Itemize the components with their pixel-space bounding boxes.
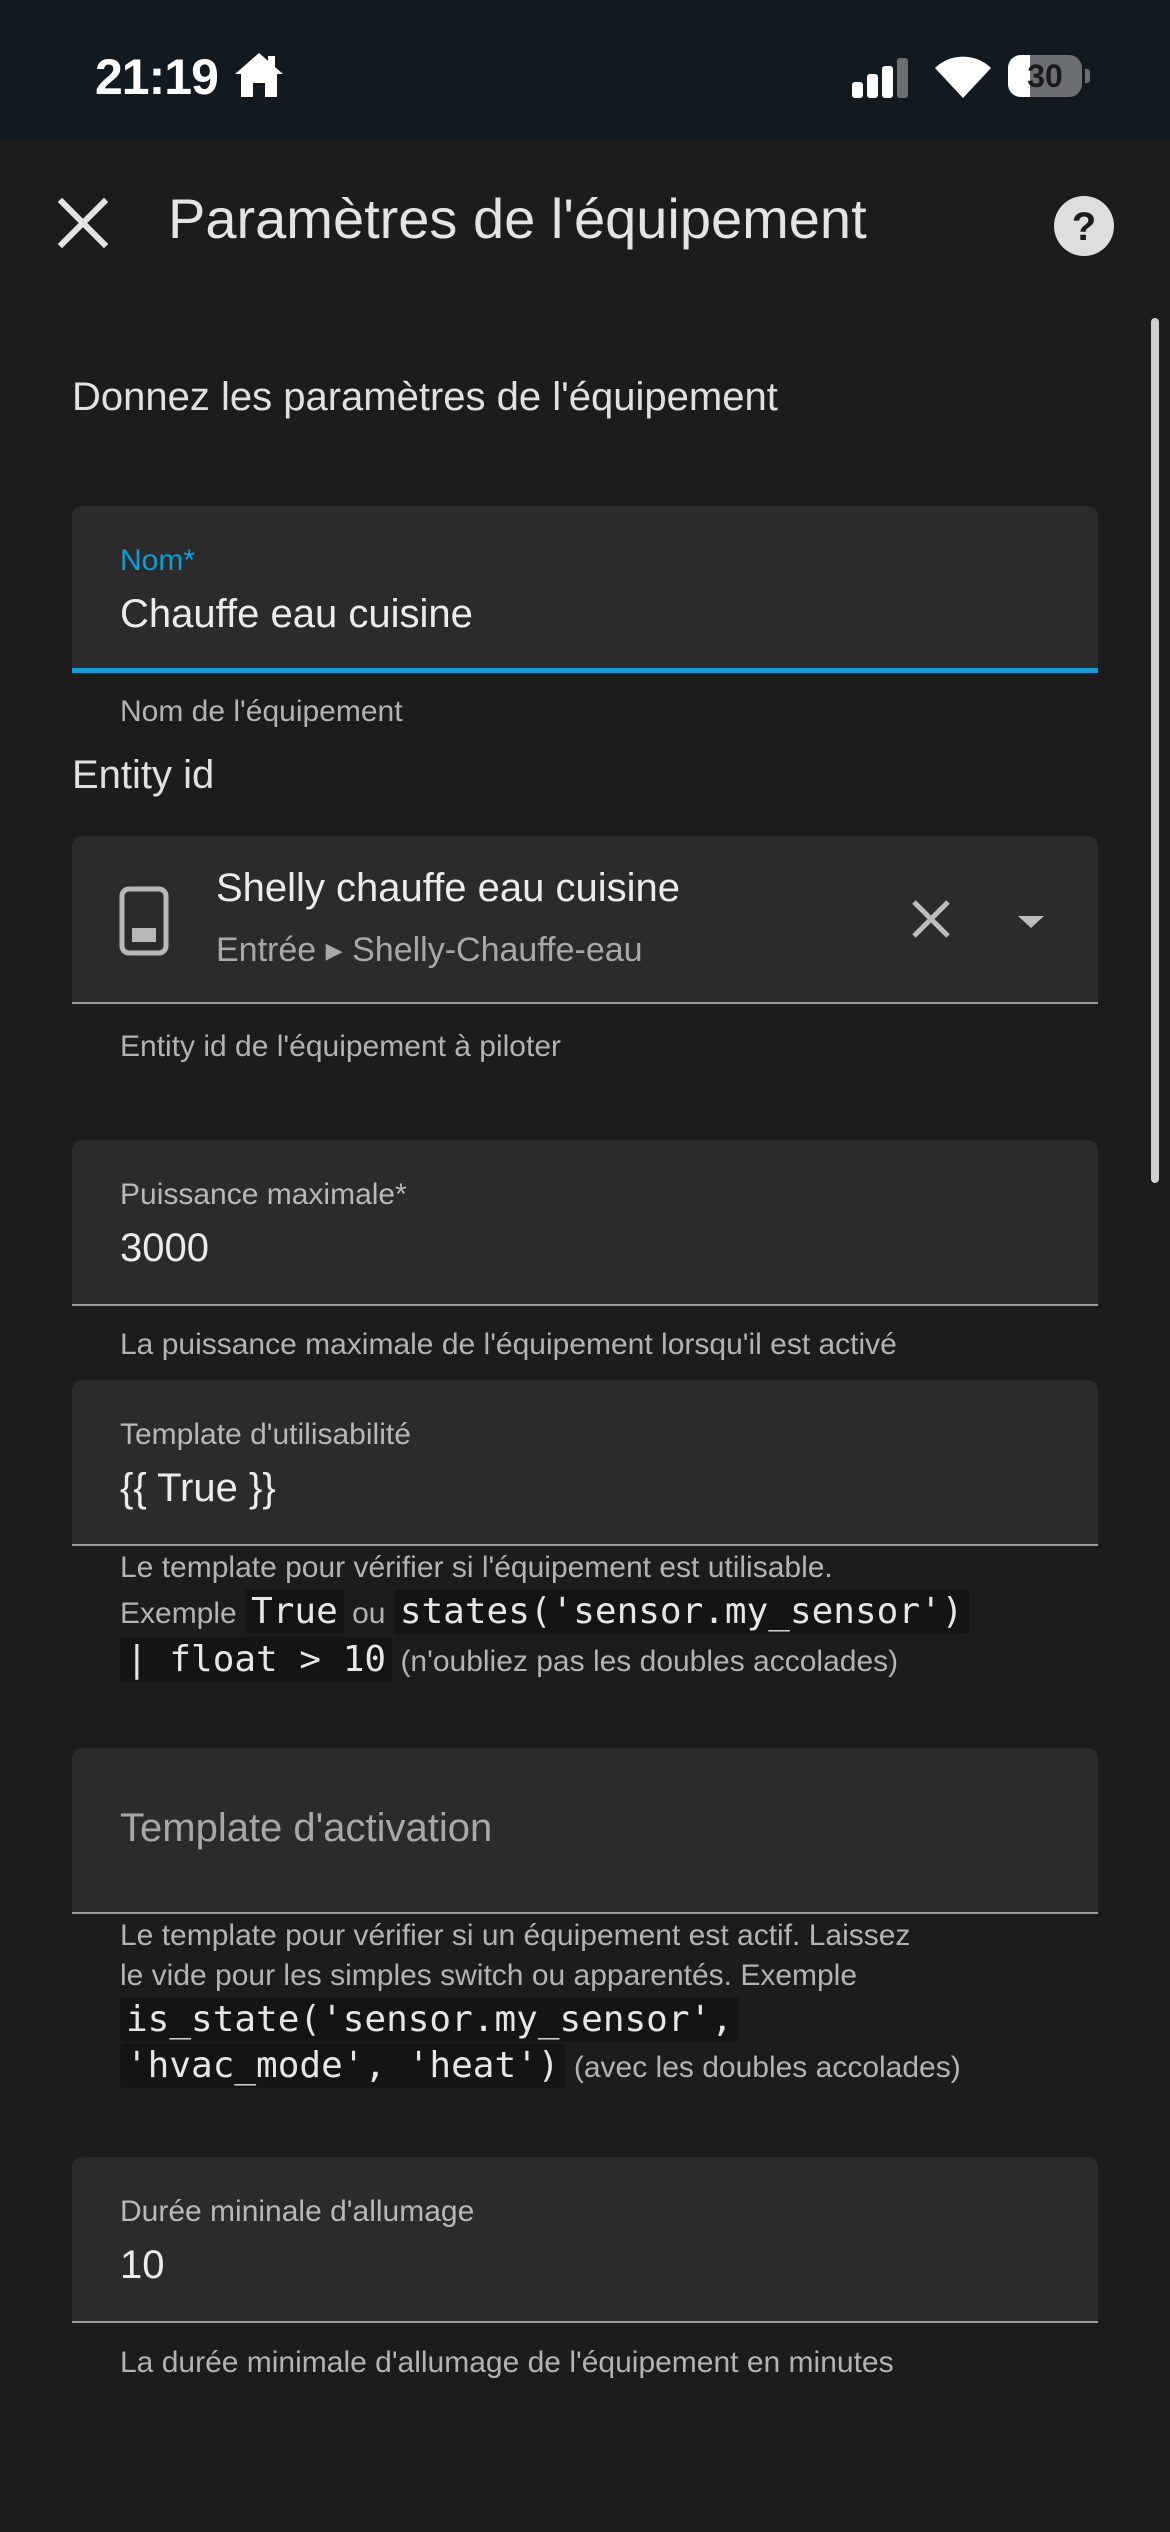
max-power-helper: La puissance maximale de l'équipement lo…: [120, 1328, 897, 1361]
help-icon[interactable]: ?: [1053, 195, 1115, 257]
usability-template-value: {{ True }}: [120, 1466, 276, 1510]
status-bar: 21:19 30: [0, 0, 1170, 140]
activation-code-is-state: is_state('sensor.my_sensor',: [120, 1997, 739, 2042]
chevron-down-icon[interactable]: [1008, 906, 1054, 936]
battery-level: 30: [1027, 58, 1063, 94]
entity-name: Shelly chauffe eau cuisine: [216, 866, 681, 910]
activation-helper-tail: (avec les doubles accolades): [573, 2051, 961, 2084]
clear-icon[interactable]: [908, 896, 954, 942]
usability-template-label: Template d'utilisabilité: [120, 1418, 411, 1451]
usability-helper-example: Exemple: [120, 1597, 237, 1630]
entity-picker[interactable]: Shelly chauffe eau cuisine Entrée ▸ Shel…: [72, 836, 1098, 1004]
usability-helper-line: Le template pour vérifier si l'équipemen…: [120, 1551, 833, 1584]
device-icon: [119, 886, 169, 956]
activation-template-helper: Le template pour vérifier si un équipeme…: [120, 1916, 1060, 2088]
wifi-icon: [935, 56, 991, 98]
svg-text:?: ?: [1072, 205, 1096, 249]
status-time: 21:19: [95, 49, 219, 105]
min-duration-value: 10: [120, 2243, 165, 2287]
scrollbar[interactable]: [1151, 318, 1159, 1183]
name-value: Chauffe eau cuisine: [120, 592, 473, 636]
home-icon: [235, 53, 283, 97]
entity-id-title: Entity id: [72, 753, 215, 797]
activation-helper-line1: Le template pour vérifier si un équipeme…: [120, 1919, 911, 1952]
cellular-signal-icon: [852, 58, 908, 98]
activation-code-hvac: 'hvac_mode', 'heat'): [120, 2043, 566, 2088]
battery-icon: 30: [1008, 55, 1090, 97]
usability-helper-tail: (n'oubliez pas les doubles accolades): [400, 1645, 899, 1678]
activation-template-field[interactable]: Template d'activation: [72, 1748, 1098, 1914]
usability-template-field[interactable]: Template d'utilisabilité {{ True }}: [72, 1380, 1098, 1546]
activation-helper-line2: le vide pour les simples switch ou appar…: [120, 1959, 858, 1992]
name-helper: Nom de l'équipement: [120, 695, 403, 728]
usability-code-true: True: [245, 1589, 344, 1634]
name-field[interactable]: Nom* Chauffe eau cuisine: [72, 506, 1098, 673]
min-duration-field[interactable]: Durée mininale d'allumage 10: [72, 2157, 1098, 2323]
max-power-field[interactable]: Puissance maximale* 3000: [72, 1140, 1098, 1306]
entity-helper: Entity id de l'équipement à piloter: [120, 1030, 561, 1063]
usability-code-float: | float > 10: [120, 1637, 393, 1682]
max-power-value: 3000: [120, 1226, 209, 1270]
max-power-label: Puissance maximale*: [120, 1178, 407, 1211]
close-icon[interactable]: [52, 192, 114, 254]
section-title: Donnez les paramètres de l'équipement: [72, 375, 778, 419]
usability-helper-or: ou: [352, 1597, 386, 1630]
dialog-title: Paramètres de l'équipement: [168, 187, 867, 250]
min-duration-helper: La durée minimale d'allumage de l'équipe…: [120, 2346, 894, 2379]
usability-template-helper: Le template pour vérifier si l'équipemen…: [120, 1548, 1060, 1682]
activation-template-placeholder: Template d'activation: [120, 1806, 493, 1850]
entity-area: Entrée ▸ Shelly-Chauffe-eau: [216, 931, 643, 969]
usability-code-states: states('sensor.my_sensor'): [393, 1589, 970, 1634]
min-duration-label: Durée mininale d'allumage: [120, 2195, 475, 2228]
name-label: Nom*: [120, 544, 196, 577]
